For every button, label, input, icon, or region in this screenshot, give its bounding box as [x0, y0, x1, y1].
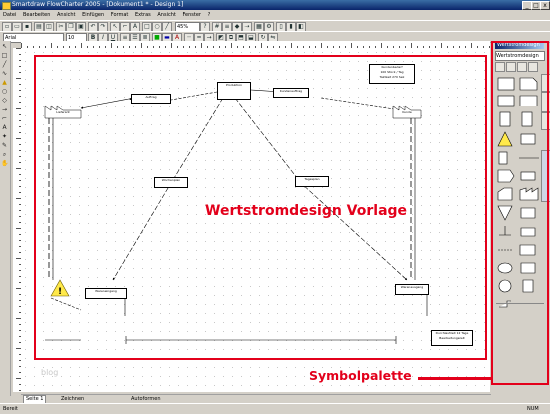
hand-tool-icon[interactable]: ✋ — [1, 160, 8, 167]
status-bar: Bereit NUM — [0, 403, 550, 414]
menu-tools[interactable]: Extras — [135, 12, 151, 18]
circle-tool-icon[interactable]: ○ — [1, 88, 8, 95]
poly-tool-icon[interactable]: ◇ — [1, 97, 8, 104]
menu-insert[interactable]: Einfügen — [82, 12, 104, 18]
menu-view[interactable]: Ansicht — [57, 12, 75, 18]
menu-bar: Datei Bearbeiten Ansicht Einfügen Format… — [0, 10, 550, 20]
menu-edit[interactable]: Bearbeiten — [23, 12, 50, 18]
menu-view2[interactable]: Ansicht — [157, 12, 175, 18]
left-toolbox: ↖ □ ╱ ∿ ▲ ○ ◇ → ⌐ A ✦ ✎ ⌕ ✋ — [0, 41, 11, 396]
stamp-tool-icon[interactable]: ✦ — [1, 133, 8, 140]
title-bar: Smartdraw FlowCharter 2005 - [Dokument1 … — [0, 0, 550, 10]
menu-format[interactable]: Format — [111, 12, 129, 18]
close-button[interactable]: x — [540, 1, 550, 10]
arrow-tool-icon[interactable]: → — [1, 106, 8, 113]
curve-tool-icon[interactable]: ∿ — [1, 70, 8, 77]
pen-tool-icon[interactable]: ✎ — [1, 142, 8, 149]
watermark: blog — [41, 368, 59, 377]
template-callout: Wertstromdesign Vorlage — [205, 203, 408, 219]
rect-tool-icon[interactable]: □ — [1, 52, 8, 59]
window-title: Smartdraw FlowCharter 2005 - [Dokument1 … — [12, 1, 184, 8]
text-tool-icon[interactable]: A — [1, 124, 8, 131]
palette-callout: Symbolpalette — [309, 368, 412, 383]
warning-tool-icon[interactable]: ▲ — [1, 79, 8, 86]
menu-help[interactable]: ? — [208, 12, 211, 18]
line-tool-icon[interactable]: ╱ — [1, 61, 8, 68]
menu-window[interactable]: Fenster — [182, 12, 201, 18]
menu-file[interactable]: Datei — [3, 12, 16, 18]
app-icon — [2, 2, 11, 10]
select-tool-icon[interactable]: ↖ — [1, 43, 8, 50]
zoom-tool-icon[interactable]: ⌕ — [1, 151, 8, 158]
connector-tool-icon[interactable]: ⌐ — [1, 115, 8, 122]
palette-highlight-frame — [491, 41, 549, 385]
palette-callout-line — [418, 377, 492, 380]
